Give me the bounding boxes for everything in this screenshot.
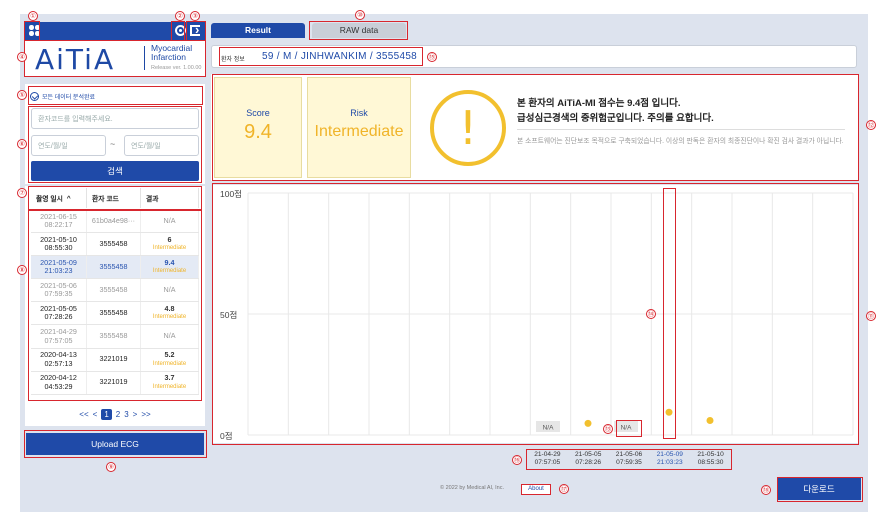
annotation-box-1 xyxy=(24,21,40,41)
copyright: © 2022 by Medical AI, Inc. xyxy=(440,485,504,491)
about-link[interactable]: About xyxy=(521,484,551,495)
annotation-box-11 xyxy=(212,183,859,445)
annotation-box-12 xyxy=(212,74,859,181)
annotation-2: ② xyxy=(175,11,185,21)
annotation-14: ⑭ xyxy=(646,309,656,319)
annotation-box-8 xyxy=(28,210,202,401)
tab-result[interactable]: Result xyxy=(211,23,305,38)
annotation-box-16 xyxy=(526,449,732,470)
annotation-8: ⑧ xyxy=(17,265,27,275)
pager-page-2[interactable]: 2 xyxy=(116,410,120,419)
annotation-box-10 xyxy=(309,21,408,40)
annotation-box-25 xyxy=(616,420,642,437)
pager-prev-button[interactable]: < xyxy=(93,410,98,419)
annotation-box-4 xyxy=(24,40,206,77)
annotation-5: ⑤ xyxy=(17,90,27,100)
pagination: << <1 2 3 > >> xyxy=(60,407,170,421)
annotation-3: ③ xyxy=(190,11,200,21)
annotation-15: ⑮ xyxy=(427,52,437,62)
annotation-box-7 xyxy=(28,186,202,210)
annotation-18: ⑱ xyxy=(761,485,771,495)
annotation-10: ⑩ xyxy=(355,10,365,20)
pager-last-button[interactable]: >> xyxy=(141,410,150,419)
annotation-box-6 xyxy=(28,106,202,183)
annotation-box-15 xyxy=(219,47,423,66)
annotation-12: ⑫ xyxy=(866,120,876,130)
annotation-box-9 xyxy=(24,430,207,458)
annotation-box-14 xyxy=(663,188,676,439)
annotation-box-18 xyxy=(777,477,863,502)
annotation-16: ⑯ xyxy=(512,455,522,465)
pager-page-3[interactable]: 3 xyxy=(124,410,128,419)
pager-page-1[interactable]: 1 xyxy=(101,408,112,420)
annotation-11: ⑪ xyxy=(866,311,876,321)
pager-first-button[interactable]: << xyxy=(79,410,88,419)
pager-next-button[interactable]: > xyxy=(133,410,138,419)
annotation-7: ⑦ xyxy=(17,188,27,198)
annotation-box-3 xyxy=(186,21,206,41)
annotation-6: ⑥ xyxy=(17,139,27,149)
annotation-1: ① xyxy=(28,11,38,21)
annotation-13: ⑬ xyxy=(603,424,613,434)
annotation-17: ⑰ xyxy=(559,484,569,494)
annotation-4: ④ xyxy=(17,52,27,62)
annotation-9: ⑨ xyxy=(106,462,116,472)
annotation-box-2 xyxy=(171,21,185,41)
annotation-box-5 xyxy=(28,86,203,105)
